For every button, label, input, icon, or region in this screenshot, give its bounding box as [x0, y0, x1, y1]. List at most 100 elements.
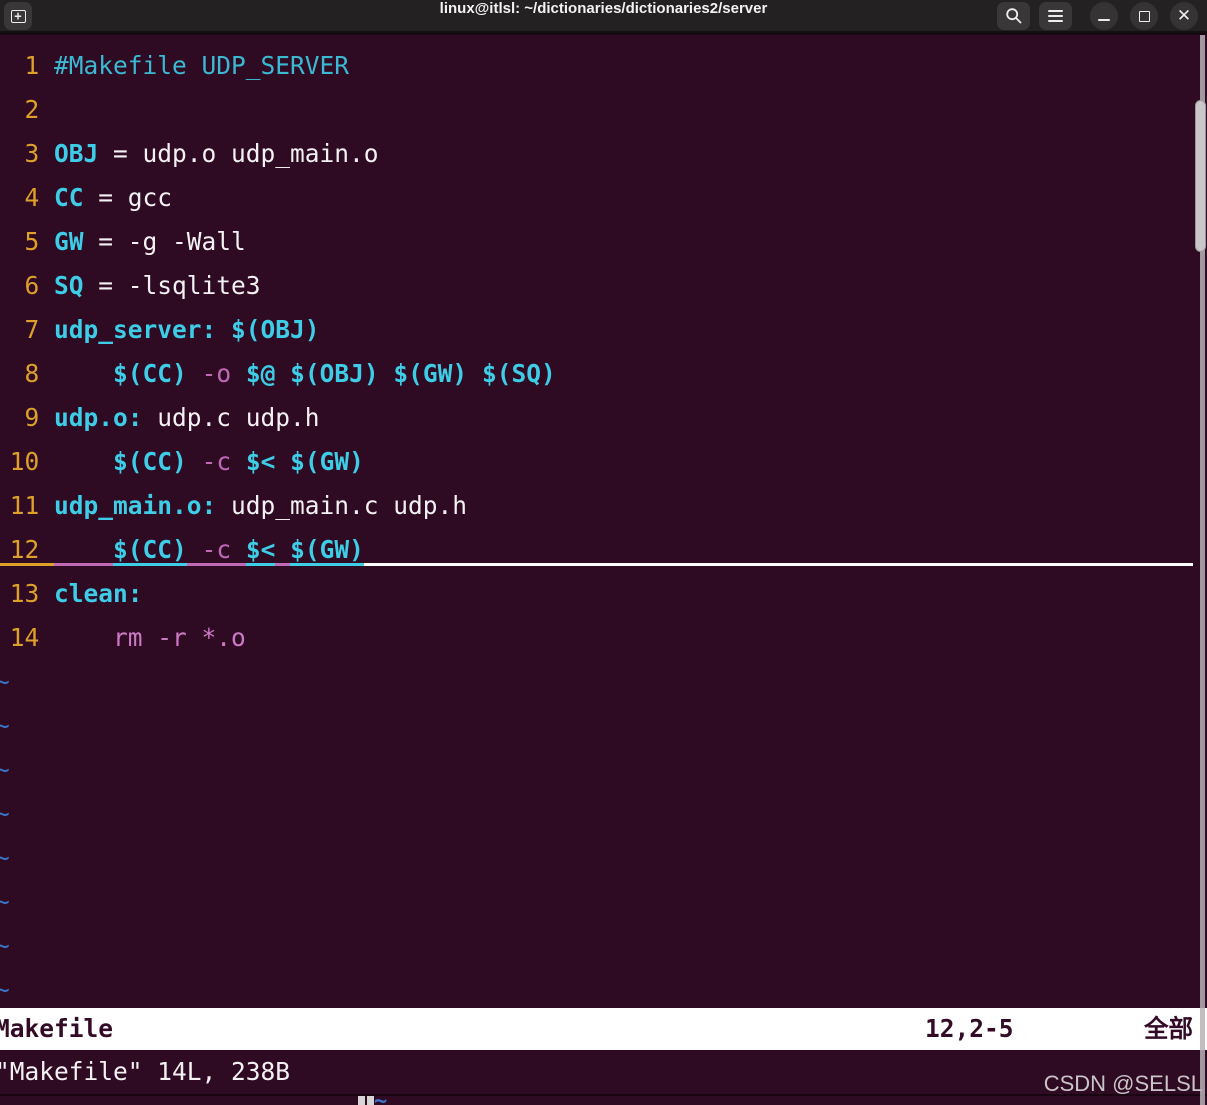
- code-token: [231, 352, 246, 396]
- code-token: $(CC): [113, 528, 187, 572]
- code-token: GW: [54, 220, 84, 264]
- tilde: ~: [0, 660, 10, 704]
- code-token: [54, 528, 113, 572]
- line-number: 3: [0, 132, 54, 176]
- code-token: $(GW): [290, 528, 364, 572]
- code-token: $<: [246, 528, 276, 572]
- code-line-7[interactable]: 7 udp_server: $(OBJ): [0, 308, 1193, 352]
- code-token: udp_main.c udp.h: [216, 484, 467, 528]
- statusline-filename: Makefile: [0, 1008, 113, 1050]
- code-line-11[interactable]: 11 udp_main.o: udp_main.c udp.h: [0, 484, 1193, 528]
- code-token: -c: [202, 528, 232, 572]
- code-token: $(OBJ): [290, 352, 379, 396]
- code-token: [275, 440, 290, 484]
- line-number: 11: [0, 484, 54, 528]
- titlebar: + linux@itlsl: ~/dictionaries/dictionari…: [0, 0, 1207, 33]
- line-number: 5: [0, 220, 54, 264]
- search-button[interactable]: [997, 2, 1030, 30]
- code-token: = -g -Wall: [84, 220, 246, 264]
- filler-line: ~: [0, 836, 1193, 880]
- minimize-icon: [1098, 19, 1110, 21]
- code-token: $(CC): [113, 352, 187, 396]
- filler-line: ~: [0, 660, 1193, 704]
- code-token: $(OBJ): [231, 308, 320, 352]
- maximize-icon: [1139, 11, 1150, 22]
- tilde: ~: [0, 924, 10, 968]
- scrollbar-thumb[interactable]: [1195, 100, 1206, 252]
- filler-line: ~: [0, 704, 1193, 748]
- statusline-position: 全部: [1144, 1008, 1193, 1050]
- code-token: [54, 352, 113, 396]
- code-token: [379, 352, 394, 396]
- line-number: 2: [0, 88, 54, 132]
- code-token: = gcc: [84, 176, 173, 220]
- code-token: $(GW): [393, 352, 467, 396]
- minimize-button[interactable]: [1090, 2, 1118, 30]
- line-number: 10: [0, 440, 54, 484]
- code-line-12[interactable]: 12 $(CC) -c $< $(GW): [0, 528, 1193, 572]
- code-token: #Makefile UDP_SERVER: [54, 44, 349, 88]
- tilde-artifact: ~: [374, 1096, 387, 1105]
- code-line-10[interactable]: 10 $(CC) -c $< $(GW): [0, 440, 1193, 484]
- code-token: udp_main.o:: [54, 484, 216, 528]
- code-token: [231, 528, 246, 572]
- code-line-3[interactable]: 3 OBJ = udp.o udp_main.o: [0, 132, 1193, 176]
- tilde: ~: [0, 704, 10, 748]
- code-token: [216, 308, 231, 352]
- code-token: = udp.o udp_main.o: [98, 132, 378, 176]
- code-line-6[interactable]: 6 SQ = -lsqlite3: [0, 264, 1193, 308]
- code-line-5[interactable]: 5 GW = -g -Wall: [0, 220, 1193, 264]
- line-number: 14: [0, 616, 54, 660]
- code-token: $(CC): [113, 440, 187, 484]
- code-token: [231, 440, 246, 484]
- vim-statusline: Makefile 12,2-5 全部: [0, 1008, 1207, 1050]
- code-token: $(GW): [290, 440, 364, 484]
- code-line-14[interactable]: 14 rm -r *.o: [0, 616, 1193, 660]
- code-token: -c: [202, 440, 232, 484]
- tilde: ~: [0, 792, 10, 836]
- tilde: ~: [0, 748, 10, 792]
- code-token: udp.o:: [54, 396, 143, 440]
- code-token: $@: [246, 352, 276, 396]
- line-number: 6: [0, 264, 54, 308]
- line-number: 7: [0, 308, 54, 352]
- line-number: 12: [0, 528, 54, 572]
- code-line-1[interactable]: 1 #Makefile UDP_SERVER: [0, 44, 1193, 88]
- menu-button[interactable]: [1039, 2, 1072, 30]
- code-token: [275, 528, 290, 572]
- search-icon: [1005, 7, 1023, 25]
- code-line-4[interactable]: 4 CC = gcc: [0, 176, 1193, 220]
- terminal-viewport[interactable]: 1 #Makefile UDP_SERVER 2 3 OBJ = udp.o u…: [0, 33, 1207, 1105]
- maximize-button[interactable]: [1130, 2, 1158, 30]
- code-token: [187, 440, 202, 484]
- statusline-ruler: 12,2-5: [925, 1008, 1014, 1050]
- code-token: [187, 528, 202, 572]
- line-number: 8: [0, 352, 54, 396]
- code-line-2[interactable]: 2: [0, 88, 1193, 132]
- code-area[interactable]: 1 #Makefile UDP_SERVER 2 3 OBJ = udp.o u…: [0, 44, 1193, 1012]
- code-token: SQ: [54, 264, 84, 308]
- code-token: rm -r *.o: [113, 616, 246, 660]
- code-token: -o: [202, 352, 232, 396]
- code-token: $<: [246, 440, 276, 484]
- line-number: 13: [0, 572, 54, 616]
- tilde: ~: [0, 880, 10, 924]
- close-button[interactable]: ✕: [1170, 2, 1198, 30]
- code-token: $(SQ): [482, 352, 556, 396]
- code-token: udp_server:: [54, 308, 216, 352]
- code-token: [187, 352, 202, 396]
- code-token: clean:: [54, 572, 143, 616]
- code-line-9[interactable]: 9 udp.o: udp.c udp.h: [0, 396, 1193, 440]
- code-token: [275, 352, 290, 396]
- hamburger-menu-icon: [1048, 10, 1063, 22]
- line-number: 4: [0, 176, 54, 220]
- line-number: 9: [0, 396, 54, 440]
- cursorline-extension: [364, 528, 1193, 572]
- code-line-8[interactable]: 8 $(CC) -o $@ $(OBJ) $(GW) $(SQ): [0, 352, 1193, 396]
- filler-line: ~: [0, 880, 1193, 924]
- watermark: CSDN @SELSL: [1044, 1071, 1203, 1097]
- cursor-artifact: [358, 1096, 365, 1105]
- vim-command-line: "Makefile" 14L, 238B: [0, 1050, 290, 1094]
- code-token: udp.c udp.h: [143, 396, 320, 440]
- code-line-13[interactable]: 13 clean:: [0, 572, 1193, 616]
